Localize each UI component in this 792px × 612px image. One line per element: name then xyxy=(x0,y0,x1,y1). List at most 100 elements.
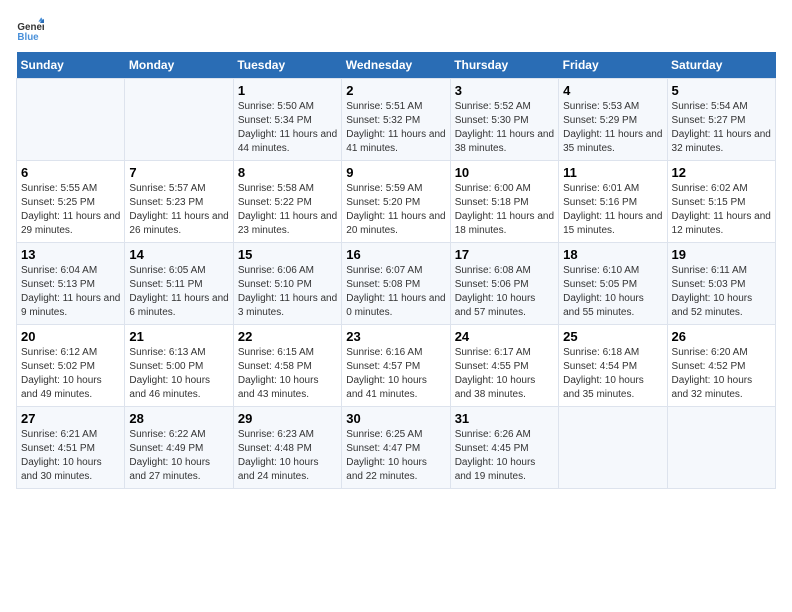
calendar-cell: 15 Sunrise: 6:06 AM Sunset: 5:10 PM Dayli… xyxy=(233,243,341,325)
day-number: 17 xyxy=(455,247,554,262)
calendar-header-row: SundayMondayTuesdayWednesdayThursdayFrid… xyxy=(17,52,776,79)
calendar-cell: 7 Sunrise: 5:57 AM Sunset: 5:23 PM Daylig… xyxy=(125,161,233,243)
day-number: 12 xyxy=(672,165,771,180)
calendar-cell xyxy=(667,407,775,489)
day-info: Sunrise: 5:53 AM Sunset: 5:29 PM Dayligh… xyxy=(563,100,662,156)
calendar-cell: 23 Sunrise: 6:16 AM Sunset: 4:57 PM Dayli… xyxy=(342,325,450,407)
day-info: Sunrise: 5:50 AM Sunset: 5:34 PM Dayligh… xyxy=(238,100,337,156)
calendar-cell: 18 Sunrise: 6:10 AM Sunset: 5:05 PM Dayli… xyxy=(559,243,667,325)
logo: General Blue xyxy=(16,16,48,44)
calendar-cell: 31 Sunrise: 6:26 AM Sunset: 4:45 PM Dayli… xyxy=(450,407,558,489)
day-number: 29 xyxy=(238,411,337,426)
day-header-sunday: Sunday xyxy=(17,52,125,79)
day-number: 20 xyxy=(21,329,120,344)
calendar-week-row: 13Sunrise: 6:04 AM Sunset: 5:13 PM Dayli… xyxy=(17,243,776,325)
day-number: 31 xyxy=(455,411,554,426)
day-header-wednesday: Wednesday xyxy=(342,52,450,79)
page-header: General Blue xyxy=(16,16,776,44)
day-number: 19 xyxy=(672,247,771,262)
day-info: Sunrise: 6:25 AM Sunset: 4:47 PM Dayligh… xyxy=(346,428,445,484)
calendar-cell: 3 Sunrise: 5:52 AM Sunset: 5:30 PM Daylig… xyxy=(450,79,558,161)
day-info: Sunrise: 6:02 AM Sunset: 5:15 PM Dayligh… xyxy=(672,182,771,238)
day-info: Sunrise: 6:16 AM Sunset: 4:57 PM Dayligh… xyxy=(346,346,445,402)
day-number: 18 xyxy=(563,247,662,262)
day-info: Sunrise: 6:18 AM Sunset: 4:54 PM Dayligh… xyxy=(563,346,662,402)
day-number: 8 xyxy=(238,165,337,180)
day-info: Sunrise: 6:17 AM Sunset: 4:55 PM Dayligh… xyxy=(455,346,554,402)
calendar-week-row: 1Sunrise: 5:50 AM Sunset: 5:34 PM Daylig… xyxy=(17,79,776,161)
day-info: Sunrise: 5:52 AM Sunset: 5:30 PM Dayligh… xyxy=(455,100,554,156)
calendar-cell: 9Sunrise: 5:59 AM Sunset: 5:20 PM Daylig… xyxy=(342,161,450,243)
day-number: 22 xyxy=(238,329,337,344)
day-info: Sunrise: 6:05 AM Sunset: 5:11 PM Dayligh… xyxy=(129,264,228,320)
day-info: Sunrise: 6:13 AM Sunset: 5:00 PM Dayligh… xyxy=(129,346,228,402)
calendar-cell: 8Sunrise: 5:58 AM Sunset: 5:22 PM Daylig… xyxy=(233,161,341,243)
day-number: 27 xyxy=(21,411,120,426)
calendar-cell: 12 Sunrise: 6:02 AM Sunset: 5:15 PM Dayli… xyxy=(667,161,775,243)
calendar-week-row: 6 Sunrise: 5:55 AM Sunset: 5:25 PM Daylig… xyxy=(17,161,776,243)
day-info: Sunrise: 5:55 AM Sunset: 5:25 PM Dayligh… xyxy=(21,182,120,238)
day-number: 14 xyxy=(129,247,228,262)
day-info: Sunrise: 6:12 AM Sunset: 5:02 PM Dayligh… xyxy=(21,346,120,402)
day-number: 24 xyxy=(455,329,554,344)
day-info: Sunrise: 6:23 AM Sunset: 4:48 PM Dayligh… xyxy=(238,428,337,484)
calendar-cell: 29 Sunrise: 6:23 AM Sunset: 4:48 PM Dayli… xyxy=(233,407,341,489)
day-info: Sunrise: 5:59 AM Sunset: 5:20 PM Dayligh… xyxy=(346,182,445,238)
day-header-saturday: Saturday xyxy=(667,52,775,79)
calendar-cell: 21Sunrise: 6:13 AM Sunset: 5:00 PM Dayli… xyxy=(125,325,233,407)
day-header-monday: Monday xyxy=(125,52,233,79)
day-header-tuesday: Tuesday xyxy=(233,52,341,79)
calendar-cell: 30 Sunrise: 6:25 AM Sunset: 4:47 PM Dayli… xyxy=(342,407,450,489)
calendar-cell: 27 Sunrise: 6:21 AM Sunset: 4:51 PM Dayli… xyxy=(17,407,125,489)
calendar-cell: 10 Sunrise: 6:00 AM Sunset: 5:18 PM Dayli… xyxy=(450,161,558,243)
day-number: 6 xyxy=(21,165,120,180)
day-info: Sunrise: 6:06 AM Sunset: 5:10 PM Dayligh… xyxy=(238,264,337,320)
calendar-cell: 4Sunrise: 5:53 AM Sunset: 5:29 PM Daylig… xyxy=(559,79,667,161)
day-header-friday: Friday xyxy=(559,52,667,79)
day-number: 2 xyxy=(346,83,445,98)
day-info: Sunrise: 6:08 AM Sunset: 5:06 PM Dayligh… xyxy=(455,264,554,320)
calendar-cell: 24 Sunrise: 6:17 AM Sunset: 4:55 PM Dayli… xyxy=(450,325,558,407)
day-header-thursday: Thursday xyxy=(450,52,558,79)
calendar-cell xyxy=(125,79,233,161)
calendar-week-row: 20 Sunrise: 6:12 AM Sunset: 5:02 PM Dayli… xyxy=(17,325,776,407)
calendar-cell: 17 Sunrise: 6:08 AM Sunset: 5:06 PM Dayli… xyxy=(450,243,558,325)
day-info: Sunrise: 6:20 AM Sunset: 4:52 PM Dayligh… xyxy=(672,346,771,402)
day-number: 7 xyxy=(129,165,228,180)
calendar-cell: 28Sunrise: 6:22 AM Sunset: 4:49 PM Dayli… xyxy=(125,407,233,489)
day-number: 3 xyxy=(455,83,554,98)
calendar-week-row: 27 Sunrise: 6:21 AM Sunset: 4:51 PM Dayli… xyxy=(17,407,776,489)
calendar-cell: 5Sunrise: 5:54 AM Sunset: 5:27 PM Daylig… xyxy=(667,79,775,161)
calendar-cell xyxy=(559,407,667,489)
day-info: Sunrise: 6:01 AM Sunset: 5:16 PM Dayligh… xyxy=(563,182,662,238)
calendar-cell: 22Sunrise: 6:15 AM Sunset: 4:58 PM Dayli… xyxy=(233,325,341,407)
day-info: Sunrise: 5:57 AM Sunset: 5:23 PM Dayligh… xyxy=(129,182,228,238)
day-info: Sunrise: 6:10 AM Sunset: 5:05 PM Dayligh… xyxy=(563,264,662,320)
calendar-cell: 11Sunrise: 6:01 AM Sunset: 5:16 PM Dayli… xyxy=(559,161,667,243)
calendar-cell: 13Sunrise: 6:04 AM Sunset: 5:13 PM Dayli… xyxy=(17,243,125,325)
calendar-cell: 16 Sunrise: 6:07 AM Sunset: 5:08 PM Dayli… xyxy=(342,243,450,325)
calendar-cell: 26 Sunrise: 6:20 AM Sunset: 4:52 PM Dayli… xyxy=(667,325,775,407)
day-number: 30 xyxy=(346,411,445,426)
calendar-body: 1Sunrise: 5:50 AM Sunset: 5:34 PM Daylig… xyxy=(17,79,776,489)
day-info: Sunrise: 6:07 AM Sunset: 5:08 PM Dayligh… xyxy=(346,264,445,320)
day-info: Sunrise: 6:21 AM Sunset: 4:51 PM Dayligh… xyxy=(21,428,120,484)
day-info: Sunrise: 6:00 AM Sunset: 5:18 PM Dayligh… xyxy=(455,182,554,238)
day-number: 5 xyxy=(672,83,771,98)
day-info: Sunrise: 6:04 AM Sunset: 5:13 PM Dayligh… xyxy=(21,264,120,320)
calendar-cell xyxy=(17,79,125,161)
day-info: Sunrise: 5:51 AM Sunset: 5:32 PM Dayligh… xyxy=(346,100,445,156)
day-number: 26 xyxy=(672,329,771,344)
calendar-cell: 1Sunrise: 5:50 AM Sunset: 5:34 PM Daylig… xyxy=(233,79,341,161)
day-info: Sunrise: 6:26 AM Sunset: 4:45 PM Dayligh… xyxy=(455,428,554,484)
svg-text:Blue: Blue xyxy=(17,32,39,43)
day-number: 28 xyxy=(129,411,228,426)
day-info: Sunrise: 6:11 AM Sunset: 5:03 PM Dayligh… xyxy=(672,264,771,320)
logo-icon: General Blue xyxy=(16,16,44,44)
day-number: 16 xyxy=(346,247,445,262)
day-number: 15 xyxy=(238,247,337,262)
calendar-cell: 2 Sunrise: 5:51 AM Sunset: 5:32 PM Daylig… xyxy=(342,79,450,161)
calendar-cell: 25Sunrise: 6:18 AM Sunset: 4:54 PM Dayli… xyxy=(559,325,667,407)
day-number: 10 xyxy=(455,165,554,180)
day-number: 23 xyxy=(346,329,445,344)
